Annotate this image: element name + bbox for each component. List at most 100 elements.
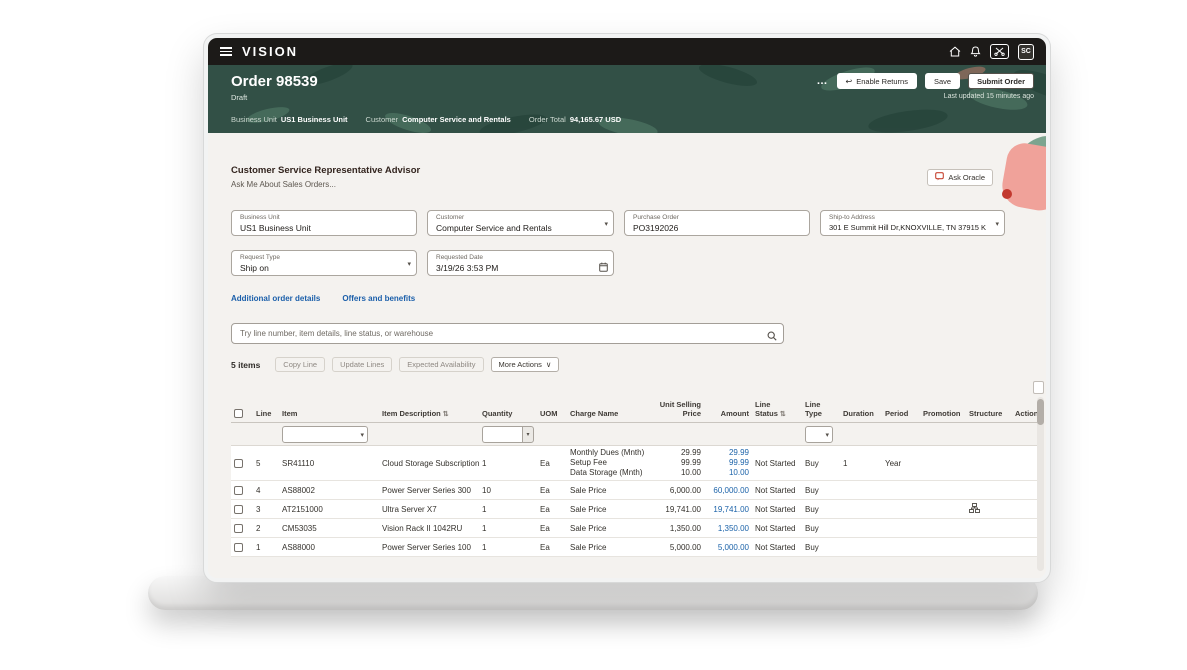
table-row: 5 SR41110 Cloud Storage Subscription 1 E… — [231, 446, 1043, 481]
scrollbar-thumb[interactable] — [1037, 399, 1044, 425]
sort-icon[interactable]: ⇅ — [780, 411, 786, 418]
col-uom[interactable]: UOM — [537, 398, 567, 423]
col-line-type[interactable]: Line Type — [802, 398, 840, 423]
decorative-pink-shape — [999, 140, 1046, 213]
save-button[interactable]: Save — [925, 73, 960, 89]
amount-link[interactable]: 29.99 — [707, 448, 749, 458]
item-filter-combobox[interactable]: ▾ — [282, 426, 368, 443]
item-description: Power Server Series 100 — [379, 538, 479, 557]
home-icon[interactable] — [949, 46, 961, 57]
col-item-description[interactable]: Item Description⇅ — [379, 398, 479, 423]
table-settings-button[interactable] — [1033, 381, 1044, 394]
offers-and-benefits-link[interactable]: Offers and benefits — [342, 294, 415, 303]
search-input[interactable] — [231, 323, 784, 344]
chevron-down-icon: ▾ — [825, 431, 829, 439]
charge-name: Sale Price — [567, 538, 652, 557]
row-checkbox[interactable] — [234, 486, 243, 495]
col-line[interactable]: Line — [253, 398, 279, 423]
ask-oracle-label: Ask Oracle — [948, 173, 985, 182]
row-checkbox[interactable] — [234, 505, 243, 514]
additional-order-details-link[interactable]: Additional order details — [231, 294, 320, 303]
mockup-stage: VISION SC — [0, 0, 1187, 670]
order-lines-table: Line Item Item Description⇅ Quantity UOM… — [231, 398, 1043, 557]
meta-value: 94,165.67 USD — [570, 115, 621, 124]
requested-date-field[interactable]: Requested Date 3/19/26 3:53 PM — [427, 250, 614, 276]
duration — [840, 519, 882, 538]
amount-link[interactable]: 5,000.00 — [704, 538, 752, 557]
content-area: Customer Service Representative Advisor … — [208, 133, 1046, 578]
order-meta: Business UnitUS1 Business Unit CustomerC… — [231, 115, 621, 124]
line-status: Not Started — [752, 481, 802, 500]
charge-name: Sale Price — [567, 519, 652, 538]
uom: Ea — [537, 519, 567, 538]
advisor-section: Customer Service Representative Advisor … — [231, 165, 1046, 189]
ask-oracle-button[interactable]: Ask Oracle — [927, 169, 993, 186]
duration: 1 — [840, 446, 882, 481]
amount-link[interactable]: 10.00 — [707, 468, 749, 478]
col-unit-selling-price[interactable]: Unit Selling Price — [652, 398, 704, 423]
col-line-status[interactable]: Line Status⇅ — [752, 398, 802, 423]
request-type-field[interactable]: Request Type Ship on ▾ — [231, 250, 417, 276]
vision-logo: VISION — [242, 44, 298, 59]
quantity-stepper[interactable]: ▾ — [522, 426, 534, 443]
item-code: AS88000 — [279, 538, 379, 557]
row-checkbox[interactable] — [234, 524, 243, 533]
business-unit-field[interactable]: Business Unit US1 Business Unit — [231, 210, 417, 236]
col-promotion[interactable]: Promotion — [920, 398, 966, 423]
col-charge-name[interactable]: Charge Name — [567, 398, 652, 423]
structure — [966, 481, 1012, 500]
structure-hierarchy-icon[interactable] — [969, 506, 980, 515]
table-row: 2 CM53035 Vision Rack II 1042RU 1 Ea Sal… — [231, 519, 1043, 538]
sort-icon[interactable]: ⇅ — [443, 411, 449, 418]
user-avatar[interactable]: SC — [1018, 44, 1034, 60]
unit-prices: 29.99 99.99 10.00 — [652, 446, 704, 481]
copy-line-button[interactable]: Copy Line — [275, 357, 325, 372]
col-structure[interactable]: Structure — [966, 398, 1012, 423]
structure — [966, 446, 1012, 481]
period — [882, 538, 920, 557]
row-checkbox[interactable] — [234, 543, 243, 552]
col-period[interactable]: Period — [882, 398, 920, 423]
vertical-scrollbar[interactable] — [1037, 397, 1044, 571]
field-label: Business Unit — [240, 214, 400, 221]
order-header-band: Order 98539 Draft Business UnitUS1 Busin… — [208, 65, 1046, 133]
bell-icon[interactable] — [970, 46, 981, 58]
more-actions-button[interactable]: More Actions ∨ — [491, 357, 560, 372]
item-description: Cloud Storage Subscription — [379, 446, 479, 481]
submit-order-button[interactable]: Submit Order — [968, 73, 1034, 89]
expected-availability-button[interactable]: Expected Availability — [399, 357, 483, 372]
unit-price: 5,000.00 — [652, 538, 704, 557]
quantity: 1 — [479, 500, 537, 519]
amount-link[interactable]: 19,741.00 — [704, 500, 752, 519]
duration — [840, 481, 882, 500]
enable-returns-button[interactable]: ↩ Enable Returns — [837, 73, 917, 89]
row-checkbox[interactable] — [234, 459, 243, 468]
uom: Ea — [537, 500, 567, 519]
col-amount[interactable]: Amount — [704, 398, 752, 423]
purchase-order-field[interactable]: Purchase Order PO3192026 — [624, 210, 810, 236]
customer-field[interactable]: Customer Computer Service and Rentals ▾ — [427, 210, 614, 236]
col-item[interactable]: Item — [279, 398, 379, 423]
amount-link[interactable]: 1,350.00 — [704, 519, 752, 538]
col-quantity[interactable]: Quantity — [479, 398, 537, 423]
structure — [966, 538, 1012, 557]
promotion — [920, 538, 966, 557]
amount-link[interactable]: 60,000.00 — [704, 481, 752, 500]
select-all-checkbox[interactable] — [234, 409, 243, 418]
amount-link[interactable]: 99.99 — [707, 458, 749, 468]
ship-to-address-field[interactable]: Ship-to Address 301 E Summit Hill Dr,KNO… — [820, 210, 1005, 236]
amounts: 29.99 99.99 10.00 — [704, 446, 752, 481]
uom: Ea — [537, 538, 567, 557]
more-options-icon[interactable]: … — [817, 75, 829, 87]
line-type-filter-combobox[interactable]: ▾ — [805, 426, 833, 443]
advisor-title: Customer Service Representative Advisor — [231, 165, 1046, 176]
update-lines-button[interactable]: Update Lines — [332, 357, 392, 372]
quantity-filter-input[interactable] — [482, 426, 522, 443]
unit-price: 19,741.00 — [652, 500, 704, 519]
scissors-icon[interactable] — [990, 44, 1009, 59]
col-duration[interactable]: Duration — [840, 398, 882, 423]
search-icon[interactable] — [767, 328, 777, 346]
field-value: 301 E Summit Hill Dr,KNOXVILLE, TN 37915… — [829, 223, 988, 232]
promotion — [920, 500, 966, 519]
menu-icon[interactable] — [220, 47, 232, 56]
